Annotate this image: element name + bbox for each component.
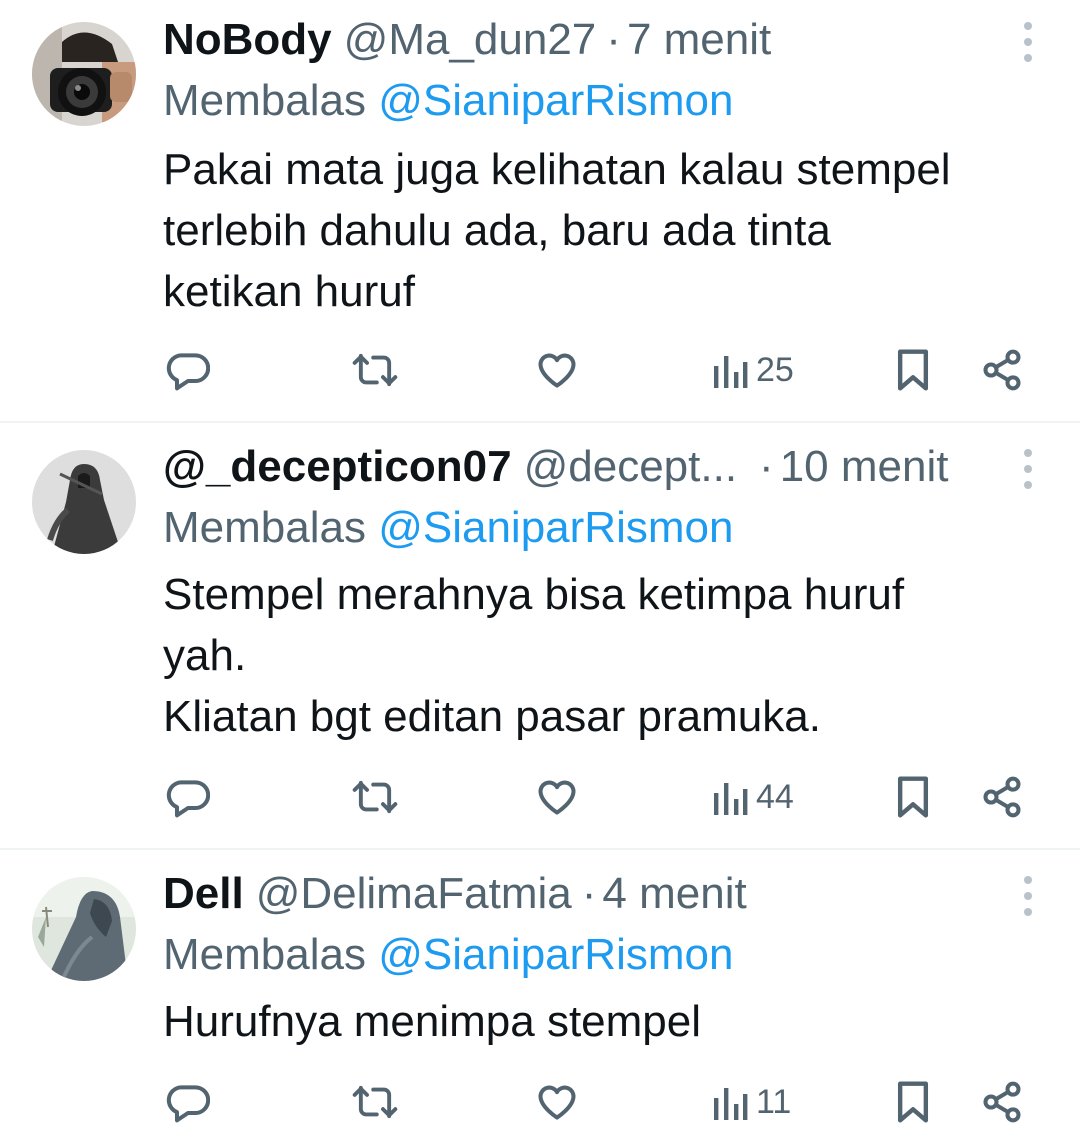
tweet-header: Dell @DelimaFatmia · 4 menit [163, 866, 1010, 922]
tweet-text-line: yah. [163, 631, 247, 680]
bookmark-icon[interactable] [893, 340, 933, 400]
more-options-icon[interactable] [1016, 14, 1040, 70]
tweet-header: NoBody @Ma_dun27 · 7 menit [163, 12, 1010, 68]
more-options-icon[interactable] [1016, 868, 1040, 924]
like-icon[interactable] [534, 767, 580, 827]
reply-prefix: Membalas [163, 930, 366, 979]
tweet-text: Pakai mata juga kelihatan kalau stempel … [163, 139, 1040, 322]
tweet-text-line: ketikan huruf [163, 267, 415, 316]
user-handle[interactable]: @Ma_dun27 [344, 12, 597, 68]
reply-icon[interactable] [166, 767, 210, 827]
views-button[interactable]: 11 [712, 1072, 791, 1132]
views-count: 25 [756, 350, 794, 389]
reply-context: Membalas @SianiparRismon [163, 927, 733, 983]
views-count: 44 [756, 777, 794, 816]
action-bar: 25 [0, 340, 1080, 400]
reply-prefix: Membalas [163, 76, 366, 125]
more-options-icon[interactable] [1016, 441, 1040, 497]
tweet-text: Stempel merahnya bisa ketimpa huruf yah.… [163, 564, 1040, 747]
avatar[interactable] [32, 450, 136, 554]
bookmark-icon[interactable] [893, 767, 933, 827]
tweet-text-line: terlebih dahulu ada, baru ada tinta [163, 206, 831, 255]
views-icon [714, 356, 748, 388]
views-icon [714, 783, 748, 815]
tweet-text-line: Hurufnya menimpa stempel [163, 997, 702, 1046]
like-icon[interactable] [534, 340, 580, 400]
like-icon[interactable] [534, 1072, 580, 1132]
photographer-avatar-icon [32, 22, 136, 126]
views-button[interactable]: 44 [712, 767, 794, 827]
views-button[interactable]: 25 [712, 340, 794, 400]
user-handle[interactable]: @DelimaFatmia [256, 866, 572, 922]
hooded-figure-avatar-icon [32, 450, 136, 554]
separator-dot: · [606, 15, 621, 64]
views-icon [714, 1088, 748, 1120]
user-handle[interactable]: @decept... [524, 439, 737, 495]
display-name[interactable]: @_decepticon07 [163, 439, 512, 495]
separator-dot: · [759, 442, 774, 491]
timestamp[interactable]: 4 menit [602, 866, 746, 922]
reply-context: Membalas @SianiparRismon [163, 73, 733, 129]
action-bar: 44 [0, 767, 1080, 827]
mention-link[interactable]: @SianiparRismon [378, 76, 733, 125]
share-icon[interactable] [980, 340, 1024, 400]
timestamp[interactable]: 7 menit [627, 12, 771, 68]
tweet[interactable]: Dell @DelimaFatmia · 4 menit Membalas @S… [0, 850, 1080, 1145]
avatar[interactable] [32, 877, 136, 981]
share-icon[interactable] [980, 767, 1024, 827]
tweet-text-line: Stempel merahnya bisa ketimpa huruf [163, 570, 905, 619]
reply-icon[interactable] [166, 340, 210, 400]
tweet-text-line: Pakai mata juga kelihatan kalau stempel [163, 145, 951, 194]
views-count: 11 [756, 1082, 792, 1121]
tweet-text-line: Kliatan bgt editan pasar pramuka. [163, 692, 821, 741]
timestamp[interactable]: 10 menit [780, 439, 949, 495]
share-icon[interactable] [980, 1072, 1024, 1132]
veiled-figure-avatar-icon [32, 877, 136, 981]
avatar[interactable] [32, 22, 136, 126]
separator-dot: · [581, 869, 597, 918]
tweet[interactable]: @_decepticon07 @decept... · 10 menit Mem… [0, 423, 1080, 850]
tweet[interactable]: NoBody @Ma_dun27 · 7 menit Membalas @Sia… [0, 0, 1080, 423]
display-name[interactable]: NoBody [163, 12, 332, 68]
retweet-icon[interactable] [352, 1072, 398, 1132]
display-name[interactable]: Dell [163, 866, 244, 922]
retweet-icon[interactable] [352, 767, 398, 827]
mention-link[interactable]: @SianiparRismon [378, 930, 733, 979]
reply-icon[interactable] [166, 1072, 210, 1132]
retweet-icon[interactable] [352, 340, 398, 400]
tweet-header: @_decepticon07 @decept... · 10 menit [163, 439, 1010, 495]
bookmark-icon[interactable] [893, 1072, 933, 1132]
tweet-text: Hurufnya menimpa stempel [163, 991, 1040, 1052]
action-bar: 11 [0, 1072, 1080, 1132]
mention-link[interactable]: @SianiparRismon [378, 503, 733, 552]
reply-prefix: Membalas [163, 503, 366, 552]
reply-context: Membalas @SianiparRismon [163, 500, 733, 556]
